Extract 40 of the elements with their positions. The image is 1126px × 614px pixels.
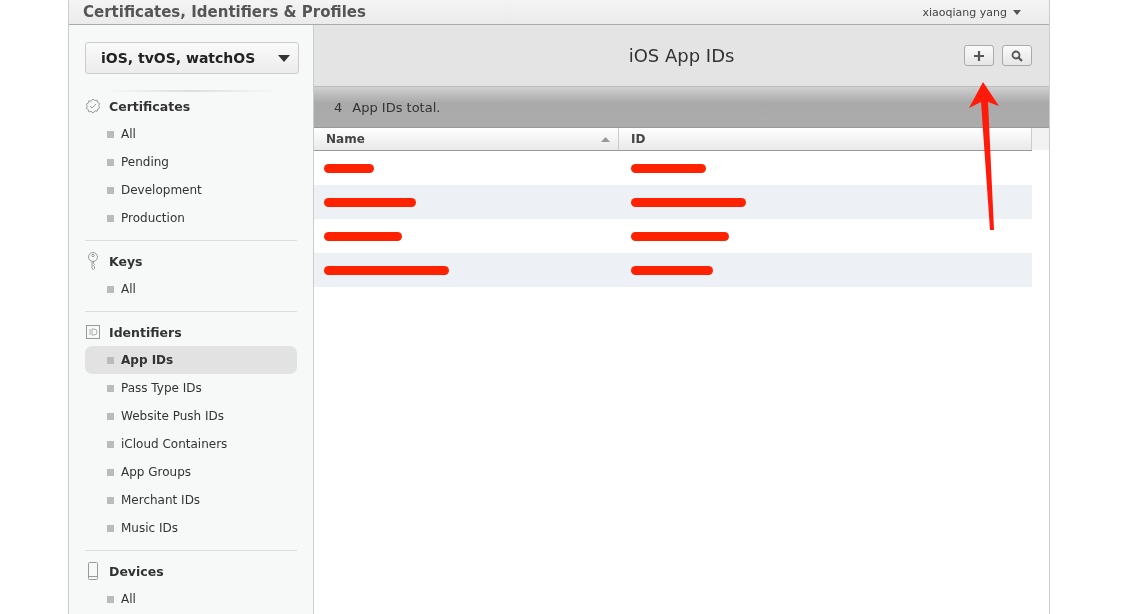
sidebar-item[interactable]: App Groups: [85, 458, 297, 486]
phone-icon: [85, 562, 101, 580]
count-label: App IDs total.: [352, 99, 441, 115]
sidebar-item[interactable]: Pass Type IDs: [85, 374, 297, 402]
id-card-icon: [85, 325, 101, 339]
table-row[interactable]: [314, 253, 1032, 287]
caret-icon: [278, 54, 290, 62]
sidebar-item[interactable]: App IDs: [85, 346, 297, 374]
sidebar-item[interactable]: All: [85, 120, 297, 148]
sidebar-item[interactable]: Development: [85, 176, 297, 204]
column-header[interactable]: Name: [314, 128, 619, 150]
add-button[interactable]: [964, 45, 994, 66]
section-title: Devices: [109, 563, 164, 579]
section-title: Identifiers: [109, 324, 182, 340]
sidebar-item[interactable]: iCloud Containers: [85, 430, 297, 458]
search-icon: [1011, 49, 1023, 62]
page-heading: iOS App IDs: [628, 45, 735, 66]
plus-icon: [973, 49, 985, 62]
section-title: Certificates: [109, 98, 191, 114]
sidebar-item[interactable]: Production: [85, 204, 297, 232]
sidebar-item[interactable]: Website Push IDs: [85, 402, 297, 430]
sidebar-item[interactable]: Merchant IDs: [85, 486, 297, 514]
page-title: Certificates, Identifiers & Profiles: [83, 3, 366, 21]
total-count: 4: [334, 99, 343, 115]
sidebar-item[interactable]: All: [85, 275, 297, 303]
table-row[interactable]: [314, 185, 1032, 219]
sidebar-item[interactable]: All: [85, 585, 297, 613]
sidebar-item[interactable]: Pending: [85, 148, 297, 176]
redaction-mark: [324, 163, 374, 173]
table-row[interactable]: [314, 219, 1032, 253]
section-title: Keys: [109, 253, 143, 269]
table-row[interactable]: [314, 151, 1032, 185]
user-menu[interactable]: xiaoqiang yang: [922, 5, 1021, 19]
search-button[interactable]: [1002, 45, 1032, 66]
badge-icon: [85, 98, 101, 114]
key-icon: [85, 252, 101, 270]
platform-dropdown[interactable]: iOS, tvOS, watchOS: [85, 42, 299, 74]
sidebar-item[interactable]: Music IDs: [85, 514, 297, 542]
caret-icon: [1013, 9, 1021, 15]
header-filler: [1032, 128, 1049, 150]
